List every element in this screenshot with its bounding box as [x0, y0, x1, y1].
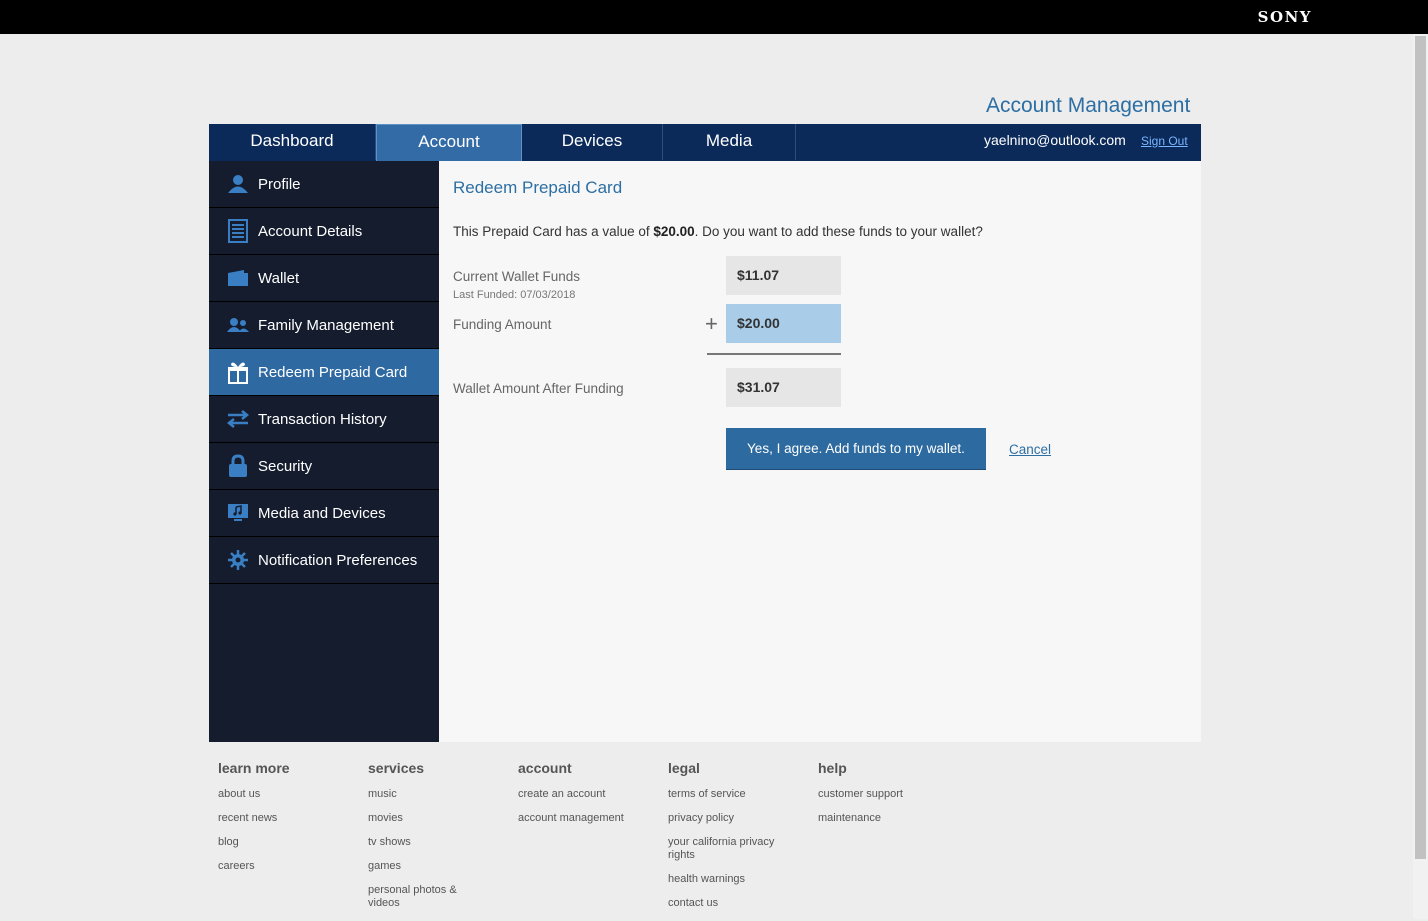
footer-link[interactable]: games	[368, 860, 473, 873]
gift-icon	[226, 360, 250, 384]
transfer-arrows-icon	[226, 407, 250, 431]
footer-link[interactable]: tv shows	[368, 836, 473, 849]
footer-link[interactable]: terms of service	[668, 788, 793, 801]
account-details-icon	[226, 219, 250, 243]
sidebar-item-security[interactable]: Security	[209, 443, 439, 490]
sidebar-item-label: Notification Preferences	[258, 551, 418, 569]
current-wallet-amount: $11.07	[726, 256, 841, 295]
current-wallet-label: Current Wallet Funds	[453, 269, 581, 284]
sidebar-item-label: Security	[258, 457, 313, 475]
footer-link[interactable]: movies	[368, 812, 473, 825]
sidebar: Profile Account Details Wallet Family Ma…	[209, 161, 439, 742]
user-email: yaelnino@outlook.com	[984, 132, 1126, 148]
footer-link[interactable]: contact us	[668, 897, 793, 910]
media-devices-icon	[226, 501, 250, 525]
prompt-text-end: . Do you want to add these funds to your…	[694, 224, 983, 239]
footer-link[interactable]: health warnings	[668, 873, 793, 886]
profile-icon	[226, 172, 250, 196]
sidebar-item-profile[interactable]: Profile	[209, 161, 439, 208]
family-icon	[226, 313, 250, 337]
sidebar-item-media-and-devices[interactable]: Media and Devices	[209, 490, 439, 537]
funding-amount: $20.00	[726, 304, 841, 343]
footer-link[interactable]: careers	[218, 860, 358, 873]
tab-dashboard[interactable]: Dashboard	[209, 124, 376, 160]
after-funding-label: Wallet Amount After Funding	[453, 381, 624, 396]
footer-link[interactable]: privacy policy	[668, 812, 793, 825]
funding-amount-label: Funding Amount	[453, 317, 552, 332]
footer-column-services: services music movies tv shows games per…	[368, 760, 473, 921]
sidebar-item-label: Family Management	[258, 316, 394, 334]
tab-media[interactable]: Media	[663, 124, 796, 160]
sidebar-item-label: Transaction History	[258, 410, 387, 428]
footer-heading: services	[368, 760, 425, 776]
cancel-link[interactable]: Cancel	[1009, 442, 1051, 457]
footer-link[interactable]: personal photos & videos	[368, 884, 473, 910]
footer-link[interactable]: about us	[218, 788, 358, 801]
footer-link[interactable]: blog	[218, 836, 358, 849]
footer-column-help: help customer support maintenance	[818, 760, 958, 836]
sidebar-item-notification-preferences[interactable]: Notification Preferences	[209, 537, 439, 584]
after-funding-amount: $31.07	[726, 368, 841, 407]
last-funded-label: Last Funded: 07/03/2018	[453, 289, 576, 301]
prompt-card-value: $20.00	[653, 224, 695, 239]
prompt-text: This Prepaid Card has a value of	[453, 224, 654, 239]
sony-logo: SONY	[1257, 8, 1312, 26]
page-scrollbar[interactable]	[1413, 34, 1428, 919]
footer-column-learn-more: learn more about us recent news blog car…	[218, 760, 358, 884]
lock-icon	[226, 454, 250, 478]
plus-icon: +	[705, 311, 718, 336]
sidebar-item-label: Redeem Prepaid Card	[258, 363, 408, 381]
sidebar-item-redeem-prepaid-card[interactable]: Redeem Prepaid Card	[209, 349, 439, 396]
footer-column-account: account create an account account manage…	[518, 760, 658, 836]
tab-devices[interactable]: Devices	[522, 124, 663, 160]
footer-link[interactable]: account management	[518, 812, 658, 825]
page-title: Account Management	[986, 94, 1191, 117]
sidebar-item-label: Media and Devices	[258, 504, 386, 522]
sidebar-item-wallet[interactable]: Wallet	[209, 255, 439, 302]
footer-link[interactable]: maintenance	[818, 812, 958, 825]
footer-link[interactable]: customer support	[818, 788, 958, 801]
sidebar-item-family-management[interactable]: Family Management	[209, 302, 439, 349]
footer-heading: learn more	[218, 760, 290, 776]
top-bar: SONY	[0, 0, 1428, 34]
footer-column-legal: legal terms of service privacy policy yo…	[668, 760, 793, 921]
section-title: Redeem Prepaid Card	[453, 178, 623, 197]
sidebar-item-label: Account Details	[258, 222, 363, 240]
sign-out-link[interactable]: Sign Out	[1141, 134, 1188, 148]
footer-heading: legal	[668, 760, 700, 776]
gear-icon	[226, 548, 250, 572]
footer-link[interactable]: music	[368, 788, 473, 801]
footer-link[interactable]: create an account	[518, 788, 658, 801]
sidebar-item-transaction-history[interactable]: Transaction History	[209, 396, 439, 443]
sidebar-item-account-details[interactable]: Account Details	[209, 208, 439, 255]
scrollbar-thumb[interactable]	[1415, 36, 1426, 859]
add-funds-button[interactable]: Yes, I agree. Add funds to my wallet.	[726, 428, 986, 470]
footer-heading: account	[518, 760, 572, 776]
wallet-icon	[226, 266, 250, 290]
main-nav: Dashboard Account Devices Media yaelnino…	[209, 124, 1201, 162]
sidebar-item-label: Wallet	[258, 269, 300, 287]
footer-link[interactable]: recent news	[218, 812, 358, 825]
footer-link[interactable]: your california privacy rights	[668, 836, 793, 862]
tab-account[interactable]: Account	[376, 124, 522, 162]
redeem-panel: Redeem Prepaid Card This Prepaid Card ha…	[439, 161, 1201, 742]
sidebar-item-label: Profile	[258, 175, 301, 193]
footer-heading: help	[818, 760, 847, 776]
redeem-prompt: This Prepaid Card has a value of $20.00.…	[453, 224, 983, 239]
sum-divider	[707, 353, 841, 355]
